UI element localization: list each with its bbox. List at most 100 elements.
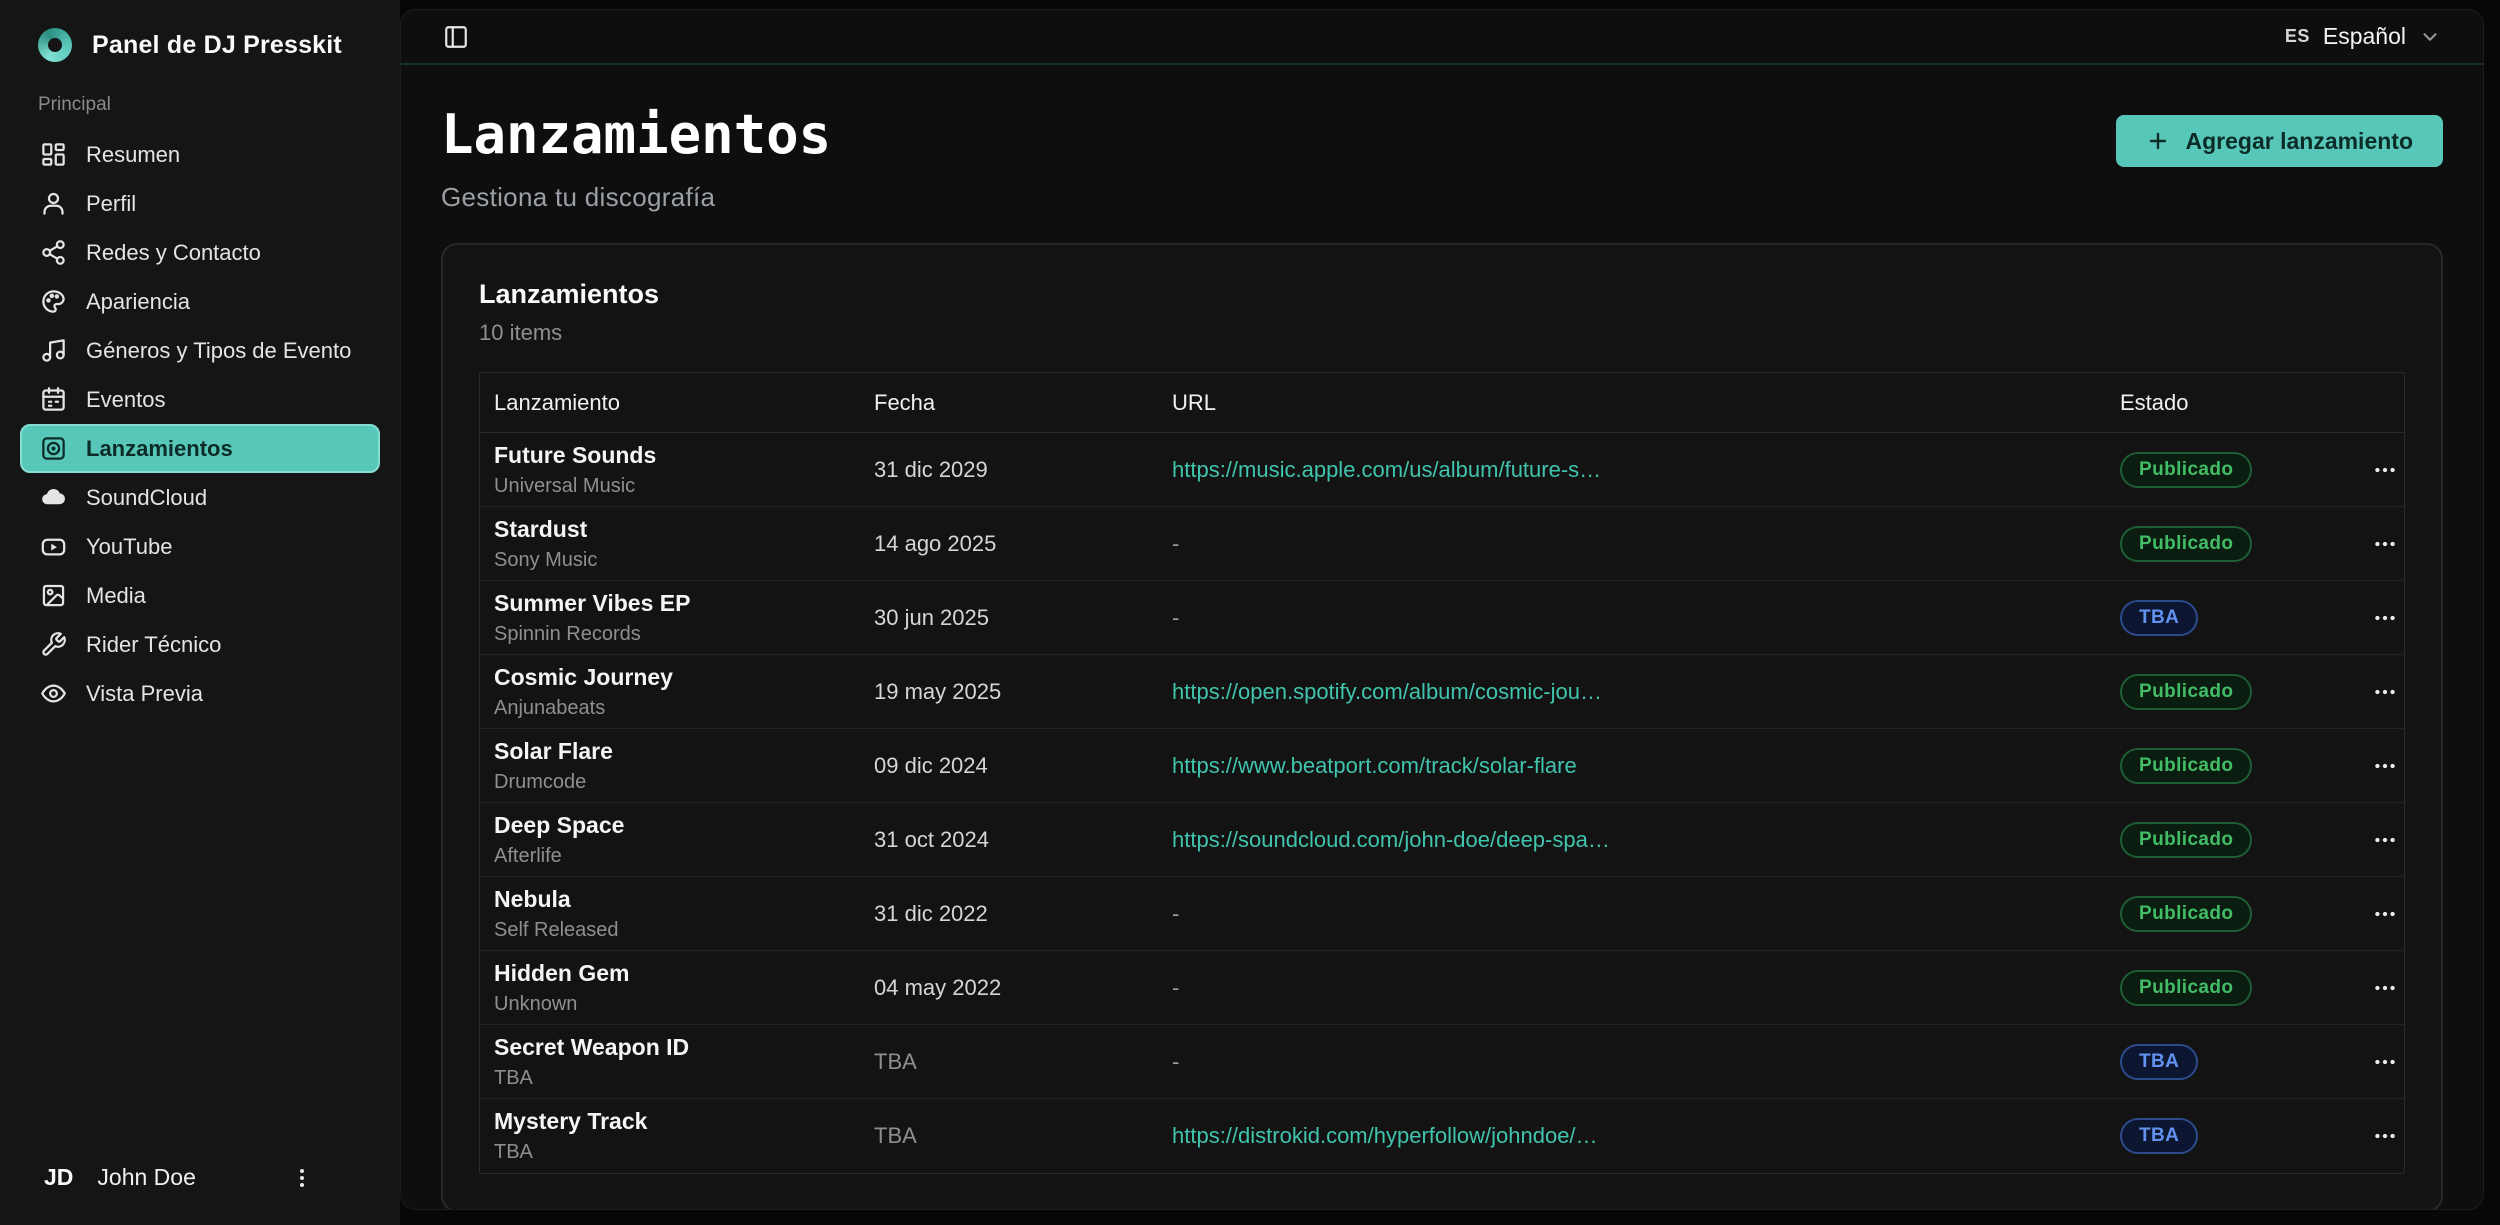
ellipsis-icon [2372, 1049, 2398, 1075]
table-row: Solar Flare Drumcode 09 dic 2024 https:/… [480, 729, 2404, 803]
palette-icon [40, 288, 67, 315]
release-title: Stardust [494, 516, 860, 543]
sidebar-section-label: Principal [20, 94, 380, 130]
app-title: Panel de DJ Presskit [92, 31, 342, 60]
image-icon [40, 582, 67, 609]
release-date: 09 dic 2024 [860, 753, 1158, 779]
release-date: 19 may 2025 [860, 679, 1158, 705]
language-selector[interactable]: ES Español [2285, 23, 2441, 50]
cloud-icon [40, 484, 67, 511]
user-icon [40, 190, 67, 217]
row-actions-button[interactable] [2372, 605, 2398, 631]
language-code: ES [2285, 26, 2310, 47]
table-body: Future Sounds Universal Music 31 dic 202… [480, 433, 2404, 1173]
sidebar-item-perfil[interactable]: Perfil [20, 179, 380, 228]
ellipsis-icon [2372, 901, 2398, 927]
add-release-button[interactable]: Agregar lanzamiento [2116, 115, 2444, 167]
ellipsis-icon [2372, 605, 2398, 631]
release-date: 14 ago 2025 [860, 531, 1158, 557]
sidebar-item-generos-y-tipos-de-evento[interactable]: Géneros y Tipos de Evento [20, 326, 380, 375]
status-badge: Publicado [2120, 896, 2252, 932]
table-row: Stardust Sony Music 14 ago 2025 - Public… [480, 507, 2404, 581]
card-title: Lanzamientos [479, 279, 2405, 310]
user-menu-button[interactable] [290, 1166, 314, 1190]
status-badge: TBA [2120, 1118, 2198, 1154]
table-row: Nebula Self Released 31 dic 2022 - Publi… [480, 877, 2404, 951]
sidebar-item-lanzamientos[interactable]: Lanzamientos [20, 424, 380, 473]
status-badge: Publicado [2120, 822, 2252, 858]
sidebar-item-vista-previa[interactable]: Vista Previa [20, 669, 380, 718]
table-row: Deep Space Afterlife 31 oct 2024 https:/… [480, 803, 2404, 877]
dashboard-icon [40, 141, 67, 168]
page-subtitle: Gestiona tu discografía [441, 182, 831, 213]
release-url-link[interactable]: https://distrokid.com/hyperfollow/johndo… [1172, 1123, 1598, 1148]
release-title: Future Sounds [494, 442, 860, 469]
release-url-link[interactable]: https://soundcloud.com/john-doe/deep-spa… [1172, 827, 1610, 852]
row-actions-button[interactable] [2372, 753, 2398, 779]
release-date: 31 oct 2024 [860, 827, 1158, 853]
release-record-label: Unknown [494, 993, 860, 1016]
row-actions-button[interactable] [2372, 975, 2398, 1001]
kebab-icon [290, 1166, 314, 1190]
row-actions-button[interactable] [2372, 1123, 2398, 1149]
table-row: Hidden Gem Unknown 04 may 2022 - Publica… [480, 951, 2404, 1025]
sidebar: Panel de DJ Presskit Principal Resumen P… [0, 0, 400, 1225]
sidebar-item-media[interactable]: Media [20, 571, 380, 620]
releases-table: Lanzamiento Fecha URL Estado Future Soun… [479, 372, 2405, 1174]
row-actions-button[interactable] [2372, 827, 2398, 853]
disc-icon [40, 435, 67, 462]
sidebar-items: Resumen Perfil Redes y Contacto Aparienc… [20, 130, 380, 718]
sidebar-nav: Principal Resumen Perfil Redes y Contact… [0, 80, 400, 718]
user-name: John Doe [97, 1164, 195, 1191]
status-badge: TBA [2120, 1044, 2198, 1080]
release-record-label: Spinnin Records [494, 623, 860, 646]
row-actions-button[interactable] [2372, 531, 2398, 557]
music-icon [40, 337, 67, 364]
release-title: Secret Weapon ID [494, 1034, 860, 1061]
plus-icon [2146, 129, 2170, 153]
release-url-link[interactable]: https://music.apple.com/us/album/future-… [1172, 457, 1601, 482]
ellipsis-icon [2372, 457, 2398, 483]
release-url-link: - [1172, 901, 1179, 926]
sidebar-item-resumen[interactable]: Resumen [20, 130, 380, 179]
row-actions-button[interactable] [2372, 679, 2398, 705]
release-url-link: - [1172, 531, 1179, 556]
app-screen: Panel de DJ Presskit Principal Resumen P… [0, 0, 2500, 1225]
row-actions-button[interactable] [2372, 1049, 2398, 1075]
column-header-date: Fecha [860, 390, 1158, 416]
release-record-label: Self Released [494, 919, 860, 942]
release-title: Nebula [494, 886, 860, 913]
status-badge: Publicado [2120, 526, 2252, 562]
column-header-status: Estado [2106, 390, 2358, 416]
sidebar-item-apariencia[interactable]: Apariencia [20, 277, 380, 326]
ellipsis-icon [2372, 679, 2398, 705]
sidebar-item-soundcloud[interactable]: SoundCloud [20, 473, 380, 522]
release-url-link[interactable]: https://www.beatport.com/track/solar-fla… [1172, 753, 1577, 778]
table-row: Cosmic Journey Anjunabeats 19 may 2025 h… [480, 655, 2404, 729]
sidebar-item-youtube[interactable]: YouTube [20, 522, 380, 571]
row-actions-button[interactable] [2372, 457, 2398, 483]
page-title: Lanzamientos [441, 103, 831, 166]
sidebar-item-eventos[interactable]: Eventos [20, 375, 380, 424]
release-url-link[interactable]: https://open.spotify.com/album/cosmic-jo… [1172, 679, 1602, 704]
avatar: JD [44, 1164, 73, 1191]
topbar: ES Español [401, 10, 2483, 65]
release-title: Solar Flare [494, 738, 860, 765]
app-logo-icon [38, 28, 72, 62]
ellipsis-icon [2372, 753, 2398, 779]
calendar-icon [40, 386, 67, 413]
release-url-link: - [1172, 1049, 1179, 1074]
table-row: Summer Vibes EP Spinnin Records 30 jun 2… [480, 581, 2404, 655]
sidebar-item-rider-tecnico[interactable]: Rider Técnico [20, 620, 380, 669]
youtube-icon [40, 533, 67, 560]
release-date: 30 jun 2025 [860, 605, 1158, 631]
table-row: Future Sounds Universal Music 31 dic 202… [480, 433, 2404, 507]
release-date: TBA [860, 1123, 1158, 1149]
ellipsis-icon [2372, 1123, 2398, 1149]
ellipsis-icon [2372, 531, 2398, 557]
sidebar-toggle-button[interactable] [443, 24, 469, 50]
sidebar-user-row[interactable]: JD John Doe [0, 1134, 400, 1225]
table-row: Mystery Track TBA TBA https://distrokid.… [480, 1099, 2404, 1173]
row-actions-button[interactable] [2372, 901, 2398, 927]
sidebar-item-redes-y-contacto[interactable]: Redes y Contacto [20, 228, 380, 277]
